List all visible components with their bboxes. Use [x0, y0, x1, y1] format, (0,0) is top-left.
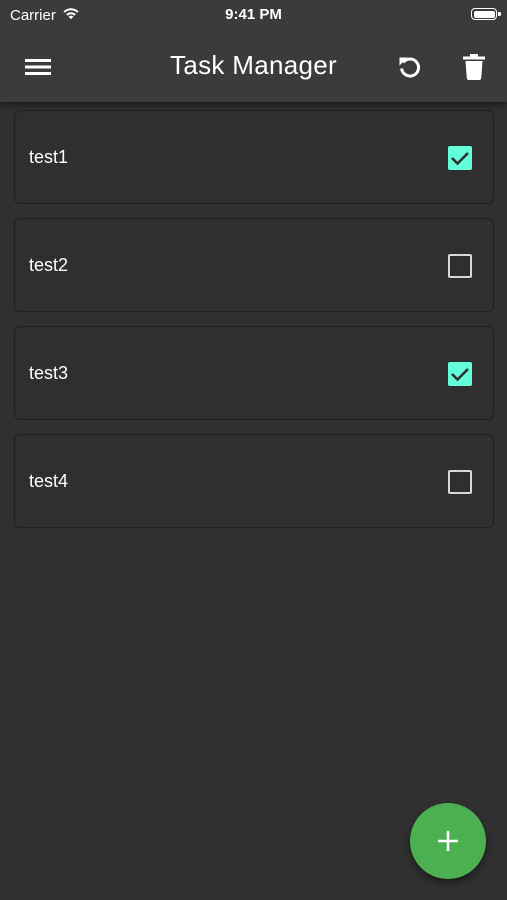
task-list: test1 test2 test3 test4 — [14, 110, 494, 542]
task-checkbox-unchecked[interactable] — [448, 254, 472, 278]
task-item[interactable]: test3 — [14, 326, 494, 420]
refresh-button[interactable] — [388, 45, 432, 89]
task-checkbox-unchecked[interactable] — [448, 470, 472, 494]
battery-icon — [471, 8, 501, 20]
check-icon — [451, 152, 469, 166]
check-icon — [451, 368, 469, 382]
task-item[interactable]: test2 — [14, 218, 494, 312]
add-task-button[interactable] — [410, 803, 486, 879]
task-label: test3 — [29, 363, 69, 383]
plus-icon — [438, 831, 458, 851]
task-checkbox-checked[interactable] — [448, 146, 472, 170]
delete-button[interactable] — [452, 45, 496, 89]
app-bar: Task Manager — [0, 30, 507, 102]
task-label: test1 — [29, 147, 69, 167]
status-bar: Carrier 9:41 PM — [0, 0, 507, 30]
task-checkbox-checked[interactable] — [448, 362, 472, 386]
app-screen: Carrier 9:41 PM Task Manager test1 test2… — [0, 0, 507, 900]
task-item[interactable]: test1 — [14, 110, 494, 204]
task-label: test4 — [29, 471, 69, 491]
task-item[interactable]: test4 — [14, 434, 494, 528]
refresh-icon — [399, 57, 421, 78]
status-time: 9:41 PM — [225, 6, 282, 23]
delete-icon — [463, 54, 485, 80]
task-label: test2 — [29, 255, 69, 275]
